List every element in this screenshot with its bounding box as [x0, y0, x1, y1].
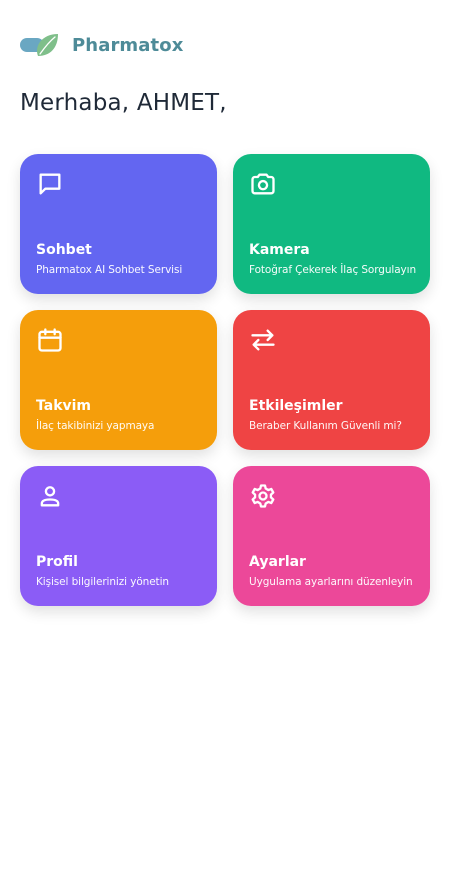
card-subtitle: Fotoğraf Çekerek İlaç Sorgulayın	[249, 264, 417, 276]
leaf-capsule-logo-icon	[20, 34, 58, 56]
calendar-icon	[38, 328, 62, 352]
chat-icon	[39, 173, 61, 195]
camera-icon	[251, 173, 275, 195]
card-subtitle: Pharmatox AI Sohbet Servisi	[36, 264, 183, 276]
card-subtitle: Beraber Kullanım Güvenli mi?	[249, 420, 402, 432]
card-etkilesimler[interactable]: Etkileşimler Beraber Kullanım Güvenli mi…	[233, 310, 430, 450]
card-kamera[interactable]: Kamera Fotoğraf Çekerek İlaç Sorgulayın	[233, 154, 430, 294]
card-subtitle: İlaç takibinizi yapmaya	[36, 420, 155, 432]
feature-card-grid: Sohbet Pharmatox AI Sohbet Servisi Kamer…	[20, 154, 430, 606]
greeting-heading: Merhaba, AHMET,	[20, 90, 227, 116]
card-profil[interactable]: Profil Kişisel bilgilerinizi yönetin	[20, 466, 217, 606]
card-sohbet[interactable]: Sohbet Pharmatox AI Sohbet Servisi	[20, 154, 217, 294]
card-title: Takvim	[36, 398, 92, 414]
card-title: Etkileşimler	[249, 398, 343, 414]
gear-icon	[251, 484, 275, 508]
card-title: Kamera	[249, 242, 310, 258]
app-header-brand: Pharmatox	[20, 30, 183, 60]
arrows-exchange-icon	[251, 329, 275, 351]
card-title: Profil	[36, 554, 78, 570]
card-title: Ayarlar	[249, 554, 306, 570]
brand-name: Pharmatox	[72, 34, 184, 56]
card-subtitle: Uygulama ayarlarını düzenleyin	[249, 576, 413, 588]
card-takvim[interactable]: Takvim İlaç takibinizi yapmaya	[20, 310, 217, 450]
card-title: Sohbet	[36, 242, 92, 258]
card-subtitle: Kişisel bilgilerinizi yönetin	[36, 576, 169, 588]
card-ayarlar[interactable]: Ayarlar Uygulama ayarlarını düzenleyin	[233, 466, 430, 606]
user-icon	[40, 486, 60, 507]
